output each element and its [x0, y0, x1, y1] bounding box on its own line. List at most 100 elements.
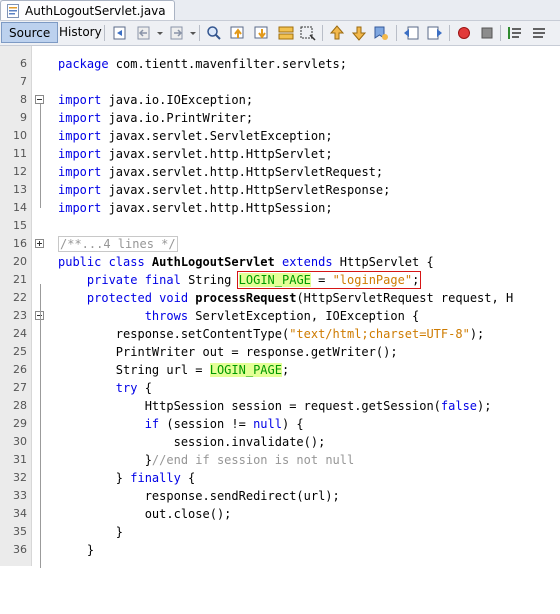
code-token: LOGIN_PAGE	[238, 273, 311, 287]
line-number: 12	[13, 165, 27, 178]
code-token: import	[58, 165, 102, 179]
prev-bookmark-icon[interactable]	[328, 24, 346, 42]
code-token: }	[58, 471, 131, 485]
code-line[interactable]: 6 package com.tientt.mavenfilter.servlets…	[0, 55, 560, 73]
history-view-button[interactable]: History	[52, 22, 109, 43]
file-tab[interactable]: AuthLogoutServlet.java	[0, 0, 175, 20]
code-token: public class	[58, 255, 152, 269]
line-number: 11	[13, 147, 27, 160]
toolbar-divider	[500, 25, 501, 41]
line-number: 21	[13, 273, 27, 286]
code-token: import	[58, 93, 102, 107]
code-token: import	[58, 183, 102, 197]
code-token: javax.servlet.http.HttpServlet;	[101, 147, 333, 161]
java-file-icon	[7, 3, 19, 18]
code-token: if	[144, 417, 160, 431]
code-token: ServletException, IOException {	[188, 309, 420, 323]
comment-icon[interactable]	[506, 24, 524, 42]
code-line[interactable]: 15	[0, 217, 560, 235]
code-line[interactable]: 22 protected void processRequest(HttpSer…	[0, 289, 560, 307]
code-token: session.invalidate();	[58, 435, 326, 449]
code-text: public class AuthLogoutServlet extends H…	[58, 253, 434, 271]
editor-tab-bar: AuthLogoutServlet.java	[0, 0, 560, 21]
code-token: =	[310, 273, 333, 287]
toggle-rect-select-icon[interactable]	[299, 24, 317, 42]
code-line[interactable]: 30 session.invalidate();	[0, 433, 560, 451]
next-bookmark-icon[interactable]	[350, 24, 368, 42]
code-line[interactable]: 28 HttpSession session = request.getSess…	[0, 397, 560, 415]
code-line[interactable]: 14 import javax.servlet.http.HttpSession;	[0, 199, 560, 217]
code-text: /**...4 lines */	[58, 235, 178, 253]
code-token: LOGIN_PAGE	[209, 363, 282, 377]
line-number: 32	[13, 471, 27, 484]
toggle-bookmark-icon[interactable]	[372, 24, 390, 42]
code-line[interactable]: 29 if (session != null) {	[0, 415, 560, 433]
code-line[interactable]: 24 response.setContentType("text/html;ch…	[0, 325, 560, 343]
toggle-highlight-icon[interactable]	[277, 24, 295, 42]
code-line[interactable]: 9 import java.io.PrintWriter;	[0, 109, 560, 127]
code-line[interactable]: 34 out.close();	[0, 505, 560, 523]
code-text: out.close();	[58, 505, 232, 523]
code-line[interactable]: 25 PrintWriter out = response.getWriter(…	[0, 343, 560, 361]
highlighted-declaration: LOGIN_PAGE = "loginPage";	[236, 271, 422, 289]
back-dropdown-icon[interactable]	[151, 24, 163, 42]
code-line[interactable]: 10 import javax.servlet.ServletException;	[0, 127, 560, 145]
code-line[interactable]: 20 public class AuthLogoutServlet extends…	[0, 253, 560, 271]
line-number: 29	[13, 417, 27, 430]
code-token: }	[58, 453, 152, 467]
code-line[interactable]: 33 response.sendRedirect(url);	[0, 487, 560, 505]
code-line[interactable]: 27 try {	[0, 379, 560, 397]
shift-left-icon[interactable]	[402, 24, 420, 42]
code-line[interactable]: 16 /**...4 lines */	[0, 235, 560, 253]
code-editor[interactable]: 6 package com.tientt.mavenfilter.servlets…	[0, 46, 560, 568]
stop-macro-icon[interactable]	[478, 24, 496, 42]
line-number: 6	[20, 57, 27, 70]
line-number: 26	[13, 363, 27, 376]
code-line[interactable]: 11 import javax.servlet.http.HttpServlet;	[0, 145, 560, 163]
code-line[interactable]: 21 private final String LOGIN_PAGE = "lo…	[0, 271, 560, 289]
code-token: processRequest	[195, 291, 297, 305]
code-token: java.io.IOException;	[101, 93, 254, 107]
code-token: com.tientt.mavenfilter.servlets;	[108, 57, 347, 71]
code-token: AuthLogoutServlet	[151, 255, 275, 269]
code-text: import java.io.PrintWriter;	[58, 109, 253, 127]
line-number: 13	[13, 183, 27, 196]
line-number: 25	[13, 345, 27, 358]
find-prev-icon[interactable]	[229, 24, 247, 42]
code-line[interactable]: 8 import java.io.IOException;	[0, 91, 560, 109]
collapse-fold-icon[interactable]	[35, 95, 44, 104]
code-token: {	[137, 381, 152, 395]
code-line[interactable]: 26 String url = LOGIN_PAGE;	[0, 361, 560, 379]
uncomment-icon[interactable]	[530, 24, 548, 42]
code-token: package	[58, 57, 109, 71]
toolbar-divider	[396, 25, 397, 41]
code-line[interactable]: 35 }	[0, 523, 560, 541]
line-number: 35	[13, 525, 27, 538]
code-token: extends	[274, 255, 340, 269]
last-edit-icon[interactable]	[111, 24, 129, 42]
code-line[interactable]: 7	[0, 73, 560, 91]
code-text: PrintWriter out = response.getWriter();	[58, 343, 398, 361]
code-line[interactable]: 13 import javax.servlet.http.HttpServletR…	[0, 181, 560, 199]
expand-fold-icon[interactable]	[35, 239, 44, 248]
code-text: String url = LOGIN_PAGE;	[58, 361, 289, 379]
shift-right-icon[interactable]	[426, 24, 444, 42]
forward-dropdown-icon[interactable]	[184, 24, 196, 42]
code-token: finally	[130, 471, 181, 485]
code-text: response.setContentType("text/html;chars…	[58, 325, 484, 343]
find-icon[interactable]	[205, 24, 223, 42]
code-token: String url =	[58, 363, 210, 377]
start-macro-icon[interactable]	[455, 24, 473, 42]
code-line[interactable]: 32 } finally {	[0, 469, 560, 487]
code-token: import	[58, 129, 102, 143]
code-text: import javax.servlet.http.HttpServletReq…	[58, 163, 383, 181]
code-line[interactable]: 31 }//end if session is not null	[0, 451, 560, 469]
code-line[interactable]: 23 throws ServletException, IOException …	[0, 307, 560, 325]
code-token: try	[115, 381, 138, 395]
code-line[interactable]: 12 import javax.servlet.http.HttpServletR…	[0, 163, 560, 181]
find-next-icon[interactable]	[253, 24, 271, 42]
source-view-button[interactable]: Source	[1, 22, 59, 43]
code-text: private final String LOGIN_PAGE = "login…	[58, 271, 422, 289]
code-line[interactable]: 36 }	[0, 541, 560, 559]
code-token: throws	[144, 309, 189, 323]
